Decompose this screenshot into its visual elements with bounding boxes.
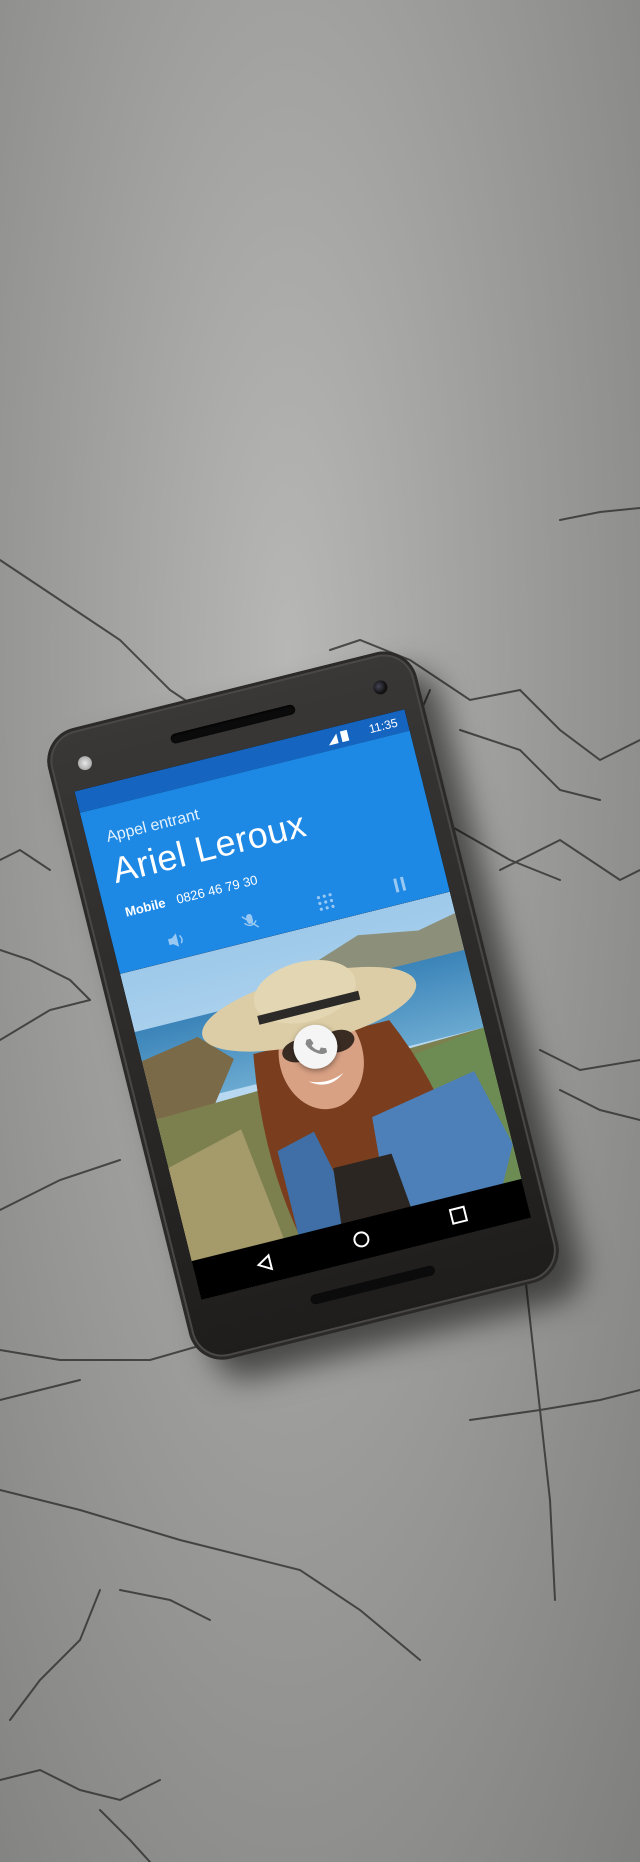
caller-name: Ariel Leroux	[107, 803, 311, 891]
front-camera	[371, 678, 389, 696]
status-time: 11:35	[367, 715, 400, 737]
pause-icon[interactable]	[386, 871, 413, 898]
speaker-icon[interactable]	[163, 927, 190, 954]
dialpad-icon[interactable]	[313, 890, 340, 917]
number-type: Mobile	[123, 895, 168, 920]
mute-icon[interactable]	[237, 909, 264, 936]
back-icon[interactable]	[252, 1251, 276, 1275]
battery-icon	[339, 729, 350, 743]
phone-number: 0826 46 79 30	[174, 872, 259, 907]
camera-flash	[76, 754, 94, 772]
phone-screen: 11:35 Appel entrant Ariel Leroux Mobile …	[74, 709, 532, 1300]
recents-icon[interactable]	[446, 1203, 470, 1227]
signal-battery-icons	[328, 729, 350, 746]
bottom-speaker	[309, 1264, 437, 1306]
signal-icon	[328, 733, 339, 746]
home-icon[interactable]	[349, 1227, 373, 1251]
earpiece-speaker	[169, 703, 297, 745]
scene: 11:35 Appel entrant Ariel Leroux Mobile …	[0, 0, 640, 1862]
